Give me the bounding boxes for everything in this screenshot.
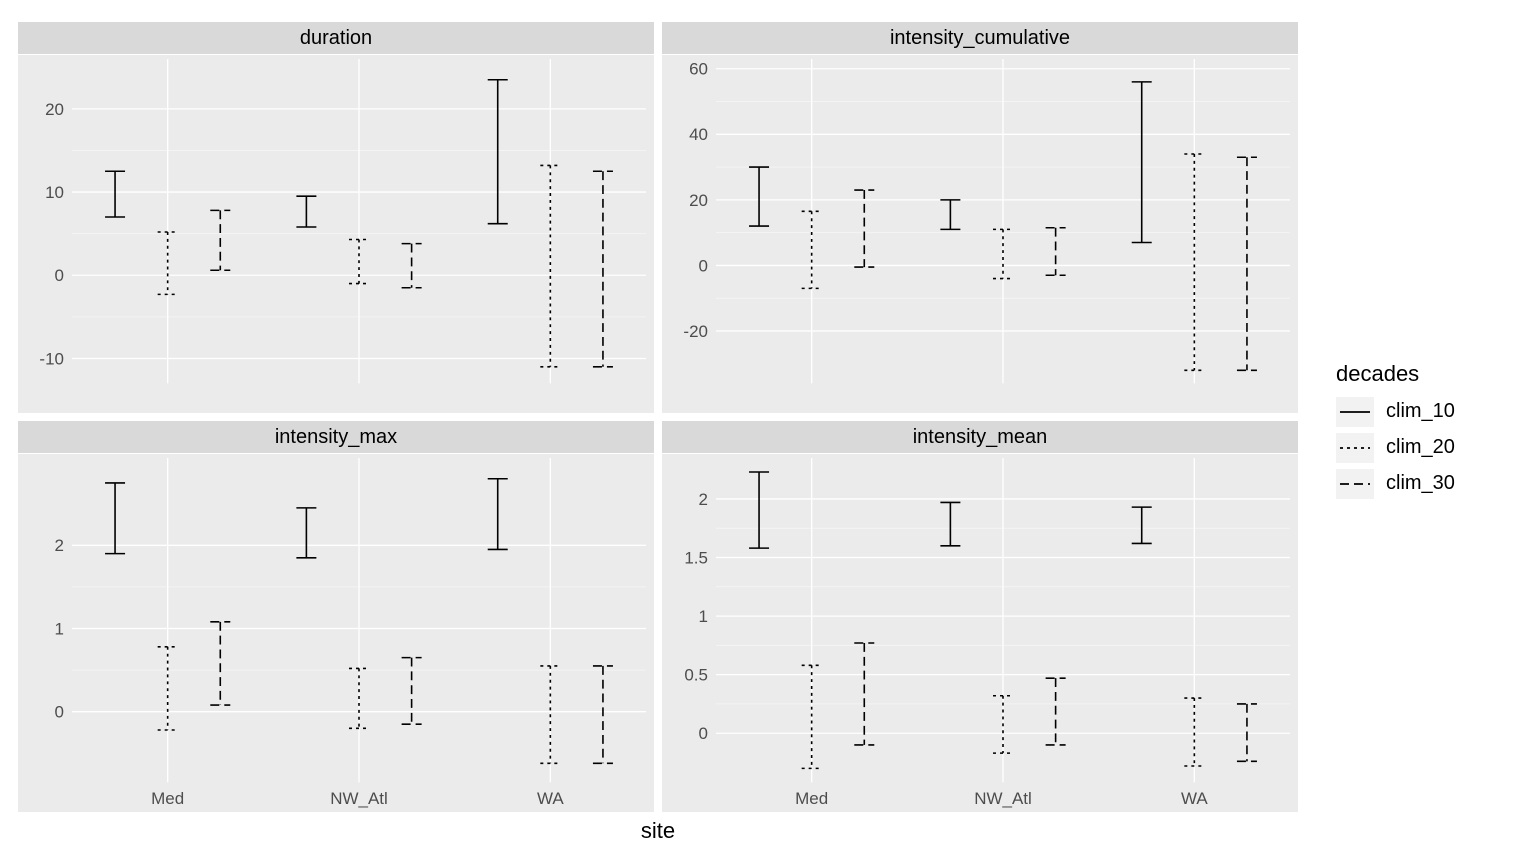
y-tick-label: 1: [699, 607, 708, 626]
chart-area: -10 0 10 20: [18, 54, 654, 413]
y-tick-label: 60: [689, 59, 708, 78]
y-tick-label: 0: [699, 724, 708, 743]
error-bar: [296, 196, 316, 227]
x-tick-label: WA: [1181, 789, 1208, 808]
facet-panel: intensity_mean 0 0.5 1 1.5 2 Med NW_Atl WA: [662, 421, 1298, 812]
y-tick-label: 20: [689, 190, 708, 209]
legend-label: clim_30: [1386, 472, 1455, 495]
legend-key-icon: [1336, 469, 1374, 499]
error-bar: [749, 472, 769, 548]
legend-title: decades: [1336, 361, 1516, 387]
error-bar: [1132, 81, 1152, 242]
y-tick-label: 0: [55, 702, 64, 721]
legend-label: clim_20: [1386, 436, 1455, 459]
y-tick-label: 40: [689, 125, 708, 144]
error-bar: [488, 478, 508, 549]
x-tick-label: NW_Atl: [330, 789, 388, 808]
y-tick-label: 2: [699, 489, 708, 508]
figure: duration-1001020intensity_cumulative-200…: [0, 0, 1536, 865]
error-bar: [105, 171, 125, 217]
chart-area: -20 0 20 40 60: [662, 54, 1298, 413]
y-tick-label: -20: [683, 321, 708, 340]
y-tick-label: -10: [39, 349, 64, 368]
error-bar: [488, 79, 508, 223]
legend-item: clim_30: [1336, 469, 1516, 499]
legend-items: clim_10 clim_20 clim_30: [1336, 397, 1516, 499]
x-tick-label: Med: [151, 789, 184, 808]
facet-strip: duration: [18, 22, 654, 54]
error-bar: [402, 243, 422, 287]
error-bar: [593, 171, 613, 367]
legend-item: clim_10: [1336, 397, 1516, 427]
x-tick-label: NW_Atl: [974, 789, 1032, 808]
error-bar: [1132, 507, 1152, 543]
error-bar: [349, 668, 369, 728]
legend-key-icon: [1336, 433, 1374, 463]
legend-item: clim_20: [1336, 433, 1516, 463]
error-bar: [402, 657, 422, 724]
chart-area: 0 0.5 1 1.5 2 Med NW_Atl WA: [662, 453, 1298, 812]
facet-panel: duration -10 0 10 20: [18, 22, 654, 413]
y-tick-label: 1: [55, 619, 64, 638]
error-bar: [210, 210, 230, 270]
facet-grid: duration-1001020intensity_cumulative-200…: [18, 22, 1298, 812]
error-bar: [940, 199, 960, 228]
error-bar: [105, 482, 125, 553]
plot-column: duration-1001020intensity_cumulative-200…: [10, 22, 1306, 844]
chart-area: 0 1 2 Med NW_Atl WA: [18, 453, 654, 812]
y-tick-label: 10: [45, 183, 64, 202]
error-bar: [854, 190, 874, 267]
error-bar: [210, 621, 230, 704]
legend-key-icon: [1336, 397, 1374, 427]
legend-label: clim_10: [1386, 400, 1455, 423]
legend: decades clim_10 clim_20 clim_30: [1336, 361, 1516, 505]
facet-strip: intensity_cumulative: [662, 22, 1298, 54]
error-bar: [1046, 678, 1066, 745]
error-bar: [1046, 227, 1066, 275]
y-tick-label: 0: [55, 266, 64, 285]
x-axis-title: site: [641, 818, 675, 844]
y-tick-label: 20: [45, 99, 64, 118]
x-tick-label: WA: [537, 789, 564, 808]
error-bar: [296, 507, 316, 557]
facet-strip: intensity_max: [18, 421, 654, 453]
x-tick-label: Med: [795, 789, 828, 808]
y-tick-label: 1.5: [684, 548, 708, 567]
facet-strip: intensity_mean: [662, 421, 1298, 453]
error-bar: [854, 643, 874, 745]
error-bar: [1237, 157, 1257, 370]
error-bar: [749, 167, 769, 226]
y-tick-label: 0: [699, 256, 708, 275]
y-tick-label: 0.5: [684, 665, 708, 684]
error-bar: [593, 665, 613, 762]
y-tick-label: 2: [55, 536, 64, 555]
facet-panel: intensity_max 0 1 2 Med NW_Atl WA: [18, 421, 654, 812]
facet-panel: intensity_cumulative -20 0 20 40 60: [662, 22, 1298, 413]
error-bar: [940, 502, 960, 545]
